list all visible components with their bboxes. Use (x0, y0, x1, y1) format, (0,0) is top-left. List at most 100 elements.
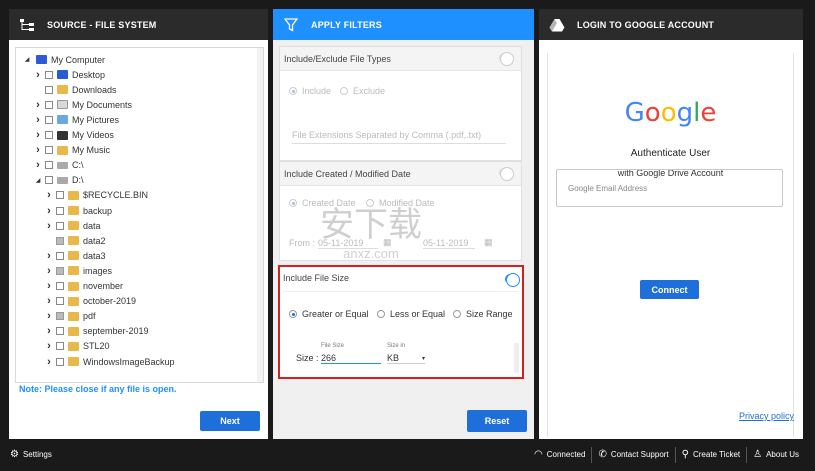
tree-item[interactable]: › data (44, 218, 100, 233)
less-equal-option[interactable]: Less or Equal (377, 309, 445, 319)
date-toggle[interactable] (499, 167, 514, 181)
size-range-option[interactable]: Size Range (453, 309, 513, 319)
checked-checkbox[interactable] (56, 266, 64, 275)
checkbox[interactable] (45, 176, 53, 185)
checkbox[interactable] (45, 115, 53, 124)
tree-item[interactable]: › C:\ (33, 158, 83, 173)
expand-arrow-icon[interactable]: › (33, 144, 43, 156)
expand-arrow-icon[interactable]: › (44, 220, 54, 232)
tree-item[interactable]: data2 (44, 233, 106, 248)
checkbox[interactable] (56, 357, 64, 366)
expand-arrow-icon[interactable]: › (33, 159, 43, 171)
tree-item[interactable]: Downloads (33, 82, 117, 97)
checkbox[interactable] (56, 342, 64, 351)
tree-item[interactable]: ◢ My Computer (22, 52, 105, 67)
file-size-section: Include File Size Greater or Equal Less … (278, 265, 524, 379)
expand-arrow-icon[interactable]: › (33, 69, 43, 81)
checked-checkbox[interactable] (56, 236, 64, 245)
size-range-radio[interactable] (453, 310, 461, 318)
checkbox[interactable] (45, 100, 53, 109)
checkbox[interactable] (45, 131, 53, 139)
tree-item[interactable]: › STL20 (44, 339, 109, 354)
gear-icon: ⚙ (10, 449, 19, 460)
file-types-toggle[interactable] (499, 52, 514, 66)
expand-arrow-icon[interactable]: › (44, 189, 54, 201)
exclude-option[interactable]: Exclude (340, 86, 385, 96)
expand-arrow-icon[interactable]: › (33, 114, 43, 126)
create-ticket-button[interactable]: ⚲ Create Ticket (676, 442, 746, 467)
expand-arrow-icon[interactable]: › (44, 280, 54, 292)
next-button[interactable]: Next (200, 411, 260, 431)
auth-heading: Authenticate User (630, 148, 711, 159)
file-size-toggle[interactable] (505, 273, 520, 287)
google-email-input[interactable]: Google Email Address (556, 169, 783, 207)
expand-arrow-icon[interactable]: › (44, 250, 54, 262)
created-date-radio[interactable] (289, 199, 297, 207)
checkbox[interactable] (56, 282, 64, 290)
checked-checkbox[interactable] (56, 312, 64, 321)
expand-arrow-icon[interactable]: › (44, 295, 54, 307)
checkbox[interactable] (56, 206, 64, 215)
reset-button[interactable]: Reset (467, 410, 527, 432)
tree-scrollbar[interactable] (257, 48, 263, 382)
about-us-button[interactable]: ♙ About Us (747, 442, 815, 467)
size-unit-select[interactable]: KB ▾ (387, 353, 425, 364)
tree-item[interactable]: › Desktop (33, 67, 105, 82)
include-radio[interactable] (289, 87, 297, 95)
expand-arrow-icon[interactable]: › (33, 99, 43, 111)
expand-arrow-icon[interactable]: › (44, 356, 54, 368)
tree-item[interactable]: › My Pictures (33, 112, 119, 127)
greater-equal-option[interactable]: Greater or Equal (289, 309, 369, 319)
checkbox[interactable] (56, 191, 64, 200)
checkbox[interactable] (45, 161, 53, 170)
tree-item-label: My Documents (72, 99, 133, 110)
tree-item[interactable]: › data3 (44, 248, 105, 263)
to-date-input[interactable]: 05-11-2019 (423, 238, 475, 249)
tree-item[interactable]: › images (44, 263, 112, 278)
collapse-arrow-icon[interactable]: ◢ (22, 56, 32, 63)
folder-icon (68, 326, 79, 336)
checkbox[interactable] (45, 70, 53, 79)
expand-arrow-icon[interactable]: › (44, 310, 54, 322)
checkbox[interactable] (56, 297, 64, 306)
google-logo-letter: o (644, 98, 661, 128)
exclude-radio[interactable] (340, 87, 348, 95)
to-calendar-icon[interactable]: ▦ (484, 237, 493, 248)
tree-item[interactable]: › november (44, 279, 123, 294)
settings-button[interactable]: ⚙ Settings (0, 442, 58, 467)
expand-arrow-icon[interactable]: › (44, 325, 54, 337)
less-equal-radio[interactable] (377, 310, 385, 318)
section-scrollbar[interactable] (514, 343, 519, 373)
expand-arrow-icon[interactable]: › (44, 265, 54, 277)
tree-item[interactable]: › WindowsImageBackup (44, 354, 174, 369)
desktop-icon (57, 70, 68, 80)
tree-item[interactable]: › My Videos (33, 128, 114, 143)
expand-arrow-icon[interactable]: › (44, 205, 54, 217)
collapse-arrow-icon[interactable]: ◢ (33, 177, 43, 184)
tree-item[interactable]: ◢ D:\ (33, 173, 84, 188)
checkbox[interactable] (56, 221, 64, 230)
include-option[interactable]: Include (289, 86, 331, 96)
greater-equal-radio[interactable] (289, 310, 297, 318)
expand-arrow-icon[interactable]: › (33, 129, 43, 141)
tree-item[interactable]: › pdf (44, 309, 95, 324)
privacy-policy-link[interactable]: Privacy policy (739, 411, 794, 421)
checkbox[interactable] (45, 85, 53, 94)
expand-arrow-icon[interactable]: › (44, 340, 54, 352)
tree-item[interactable]: › september-2019 (44, 324, 148, 339)
extensions-input[interactable]: File Extensions Separated by Comma (.pdf… (292, 130, 506, 144)
checkbox[interactable] (56, 251, 64, 260)
phone-icon: ✆ (598, 449, 607, 460)
tree-item[interactable]: › My Documents (33, 97, 132, 112)
connect-button[interactable]: Connect (640, 280, 699, 299)
close-file-note: Note: Please close if any file is open. (19, 384, 177, 394)
google-drive-icon (547, 17, 567, 33)
tree-item[interactable]: › $RECYCLE.BIN (44, 188, 148, 203)
checkbox[interactable] (56, 327, 64, 336)
tree-item[interactable]: › october-2019 (44, 294, 136, 309)
checkbox[interactable] (45, 146, 53, 155)
file-size-input[interactable]: 266 (321, 353, 381, 364)
contact-support-button[interactable]: ✆ Contact Support (592, 442, 674, 467)
tree-item[interactable]: › My Music (33, 143, 110, 158)
tree-item[interactable]: › backup (44, 203, 112, 218)
